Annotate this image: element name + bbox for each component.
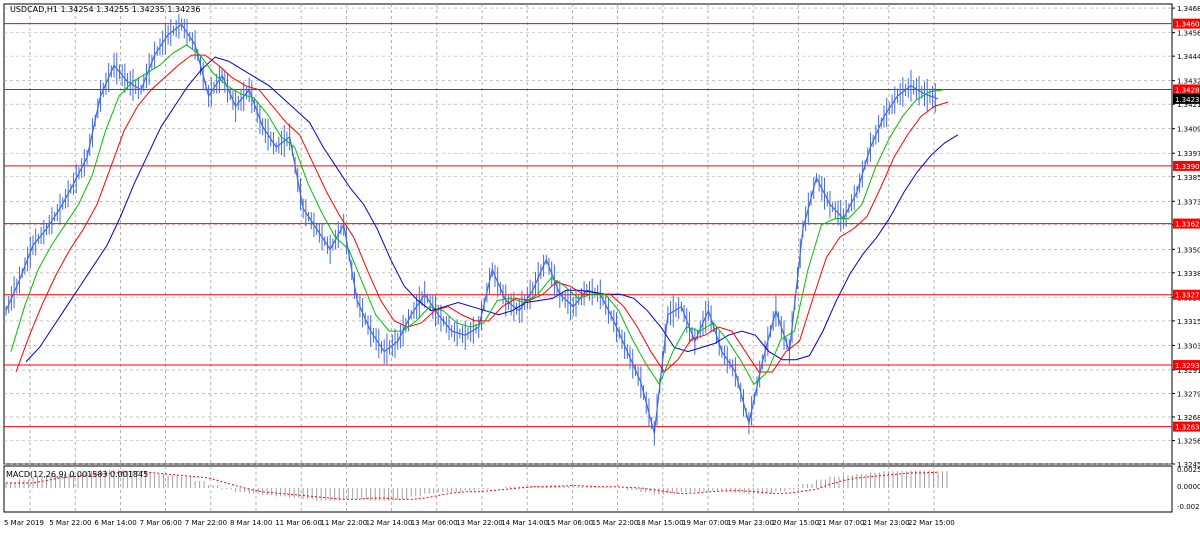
x-tick-label: 5 Mar 22:00	[49, 519, 91, 527]
macd-scale-label: 0.002592	[1177, 466, 1200, 474]
x-tick-label: 19 Mar 23:00	[727, 519, 774, 527]
level-label-text: 1.33278	[1175, 292, 1200, 300]
trading-chart-window: 1.346801.345601.344451.343251.342101.340…	[0, 0, 1200, 531]
main-plot-frame	[3, 3, 1173, 465]
y-tick-label: 1.33150	[1177, 318, 1200, 326]
y-tick-label: 1.33385	[1177, 270, 1200, 278]
level-label-text: 1.32633	[1175, 424, 1200, 432]
x-tick-label: 11 Mar 22:00	[320, 519, 367, 527]
y-tick-label: 1.34560	[1177, 30, 1200, 38]
x-tick-label: 5 Mar 2019	[4, 519, 44, 527]
y-tick-label: 1.34445	[1177, 53, 1200, 61]
x-tick-label: 15 Mar 06:00	[546, 519, 593, 527]
x-tick-label: 13 Mar 22:00	[456, 519, 503, 527]
x-tick-label: 8 Mar 14:00	[230, 519, 272, 527]
y-tick-label: 1.32565	[1177, 437, 1200, 445]
x-tick-label: 21 Mar 23:00	[863, 519, 910, 527]
y-tick-label: 1.33030	[1177, 342, 1200, 350]
ma-fast-line	[10, 44, 944, 386]
macd-scale-label: 0.000000	[1177, 483, 1200, 491]
macd-scale-label: -0.00223	[1177, 503, 1200, 511]
symbol-info-text: USDCAD,H1 1.34254 1.34255 1.34235 1.3423…	[10, 5, 200, 14]
current-price-text: 1.34236	[1175, 96, 1200, 104]
x-tick-label: 13 Mar 06:00	[411, 519, 458, 527]
level-label-text: 1.33908	[1175, 163, 1200, 171]
y-tick-label: 1.33855	[1177, 174, 1200, 182]
x-tick-label: 18 Mar 15:00	[637, 519, 684, 527]
level-label-text: 1.32934	[1175, 362, 1200, 370]
level-label-text: 1.34604	[1175, 21, 1200, 29]
macd-plot-frame	[3, 465, 1173, 513]
y-tick-label: 1.33970	[1177, 150, 1200, 158]
chart-canvas[interactable]: 1.346801.345601.344451.343251.342101.340…	[0, 0, 1200, 531]
y-tick-label: 1.32680	[1177, 414, 1200, 422]
y-tick-label: 1.33500	[1177, 246, 1200, 254]
x-tick-label: 21 Mar 07:00	[818, 519, 865, 527]
x-tick-label: 22 Mar 15:00	[908, 519, 955, 527]
y-tick-label: 1.33735	[1177, 198, 1200, 206]
level-label-text: 1.33626	[1175, 221, 1200, 229]
x-tick-label: 7 Mar 06:00	[140, 519, 182, 527]
y-tick-label: 1.34680	[1177, 5, 1200, 13]
y-tick-label: 1.34090	[1177, 126, 1200, 134]
x-tick-label: 15 Mar 22:00	[592, 519, 639, 527]
y-tick-label: 1.32795	[1177, 390, 1200, 398]
x-tick-label: 19 Mar 07:00	[682, 519, 729, 527]
level-label-text: 1.34282	[1175, 86, 1200, 94]
x-tick-label: 12 Mar 14:00	[366, 519, 413, 527]
x-tick-label: 14 Mar 14:00	[501, 519, 548, 527]
x-tick-label: 20 Mar 15:00	[772, 519, 819, 527]
x-tick-label: 7 Mar 22:00	[185, 519, 227, 527]
x-tick-label: 6 Mar 14:00	[94, 519, 136, 527]
x-tick-label: 11 Mar 06:00	[275, 519, 322, 527]
macd-indicator-label: MACD(12,26,9) 0.001583 0.001845	[6, 470, 148, 479]
